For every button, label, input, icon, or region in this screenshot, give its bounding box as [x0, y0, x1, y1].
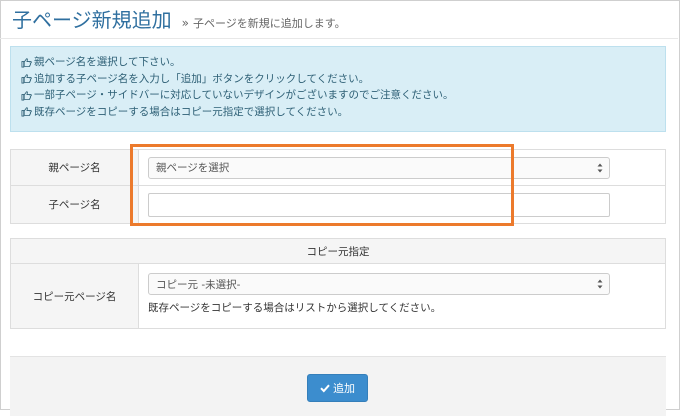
breadcrumb-separator: » — [181, 16, 189, 30]
page-subtitle: 子ページを新規に追加します。 — [192, 17, 346, 30]
check-icon — [320, 384, 330, 393]
child-page-row: 子ページ名 — [11, 186, 665, 223]
parent-page-label: 親ページ名 — [11, 150, 139, 185]
copy-source-label: コピー元ページ名 — [11, 264, 139, 328]
copy-source-field: コピー元 -未選択- 既存ページをコピーする場合はリストから選択してください。 — [139, 264, 665, 328]
child-page-label: 子ページ名 — [11, 186, 139, 223]
copy-source-select-value: コピー元 -未選択- — [156, 278, 241, 291]
instruction-line: 親ページ名を選択して下さい。 — [21, 54, 655, 71]
hand-point-right-icon — [21, 91, 32, 101]
action-bar: 追加 — [10, 356, 666, 416]
parent-page-select[interactable]: 親ページを選択 — [148, 156, 610, 179]
hand-point-right-icon — [21, 58, 32, 68]
child-page-input[interactable] — [148, 192, 610, 217]
add-button-label: 追加 — [333, 382, 355, 395]
hand-point-right-icon — [21, 107, 32, 117]
instruction-line: 追加する子ページ名を入力し「追加」ボタンをクリックしてください。 — [21, 71, 655, 88]
instruction-line: 既存ページをコピーする場合はコピー元指定で選択してください。 — [21, 104, 655, 121]
page-title: 子ページ新規追加 — [12, 8, 172, 32]
select-arrows-icon — [597, 279, 603, 289]
parent-page-field: 親ページを選択 — [139, 150, 665, 185]
copy-source-help: 既存ページをコピーする場合はリストから選択してください。 — [148, 302, 442, 314]
instruction-line: 一部子ページ・サイドバーに対応していないデザインがございますのでご注意ください。 — [21, 87, 655, 104]
instruction-text: 追加する子ページ名を入力し「追加」ボタンをクリックしてください。 — [34, 72, 370, 85]
copy-source-row: コピー元ページ名 コピー元 -未選択- 既存ページをコピーする場合はリストから選… — [11, 264, 665, 328]
parent-page-row: 親ページ名 親ページを選択 — [11, 150, 665, 186]
instruction-text: 一部子ページ・サイドバーに対応していないデザインがございますのでご注意ください。 — [34, 89, 454, 101]
copy-source-select[interactable]: コピー元 -未選択- — [148, 273, 610, 295]
instruction-text: 既存ページをコピーする場合はコピー元指定で選択してください。 — [34, 105, 349, 118]
copy-source-table: コピー元指定 コピー元ページ名 コピー元 -未選択- 既存ページをコピーする場合… — [10, 238, 666, 329]
hand-point-right-icon — [21, 74, 32, 84]
page-header: 子ページ新規追加 » 子ページを新規に追加します。 — [12, 4, 346, 32]
select-arrows-icon — [597, 163, 603, 172]
page-form-table: 親ページ名 親ページを選択 子ページ名 — [10, 149, 666, 224]
instruction-text: 親ページ名を選択して下さい。 — [34, 56, 181, 68]
add-button[interactable]: 追加 — [307, 374, 368, 402]
instructions-box: 親ページ名を選択して下さい。 追加する子ページ名を入力し「追加」ボタンをクリック… — [10, 46, 666, 132]
parent-page-select-value: 親ページを選択 — [156, 162, 230, 174]
header-divider — [0, 38, 678, 39]
copy-source-heading: コピー元指定 — [11, 239, 665, 264]
child-page-field — [139, 186, 665, 223]
